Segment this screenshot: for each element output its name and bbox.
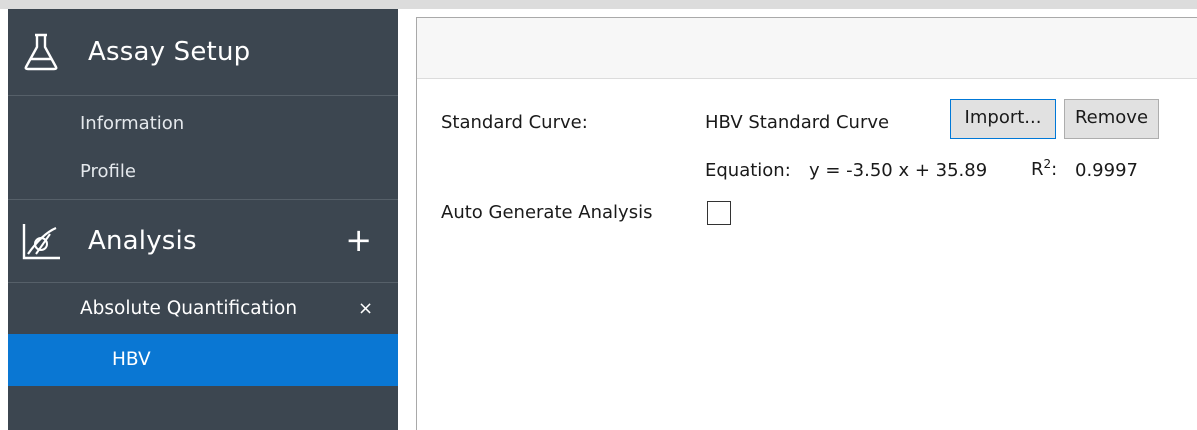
r2-label-sup: 2 [1043, 157, 1052, 171]
r2-value: 0.9997 [1075, 160, 1138, 181]
standard-curve-label: Standard Curve: [441, 112, 588, 133]
sidebar-item-label: HBV [112, 349, 151, 370]
chart-curve-icon [22, 224, 60, 260]
equation-label: Equation: [705, 160, 791, 181]
analysis-header[interactable]: Analysis + [8, 200, 398, 282]
remove-button[interactable]: Remove [1064, 99, 1159, 139]
analysis-group-absolute-quantification[interactable]: Absolute Quantification × [8, 285, 398, 333]
r2-label-base: R [1031, 159, 1044, 180]
top-strip [0, 0, 1197, 9]
equation-value: y = -3.50 x + 35.89 [809, 160, 988, 181]
panel-header [417, 18, 1197, 79]
main-panel: Standard Curve: HBV Standard Curve Impor… [416, 17, 1197, 430]
close-icon[interactable]: × [358, 293, 373, 325]
analysis-title: Analysis [88, 226, 197, 256]
auto-generate-checkbox[interactable] [707, 201, 731, 225]
import-button[interactable]: Import... [950, 99, 1056, 139]
sidebar-item-profile[interactable]: Profile [80, 156, 136, 188]
add-analysis-button[interactable]: + [345, 220, 372, 260]
standard-curve-name: HBV Standard Curve [705, 112, 890, 133]
sidebar-item-information[interactable]: Information [80, 108, 184, 140]
flask-icon [24, 33, 58, 71]
sidebar: Assay Setup Information Profile Analysis… [8, 9, 398, 430]
r2-label-colon: : [1051, 159, 1058, 180]
assay-setup-header[interactable]: Assay Setup [8, 9, 398, 95]
auto-generate-label: Auto Generate Analysis [441, 202, 653, 223]
assay-setup-title: Assay Setup [88, 37, 251, 67]
r2-label: R2: [1031, 157, 1057, 180]
divider [8, 95, 398, 96]
sidebar-item-hbv[interactable]: HBV [8, 334, 398, 386]
analysis-group-label: Absolute Quantification [80, 298, 298, 319]
divider [8, 282, 398, 283]
